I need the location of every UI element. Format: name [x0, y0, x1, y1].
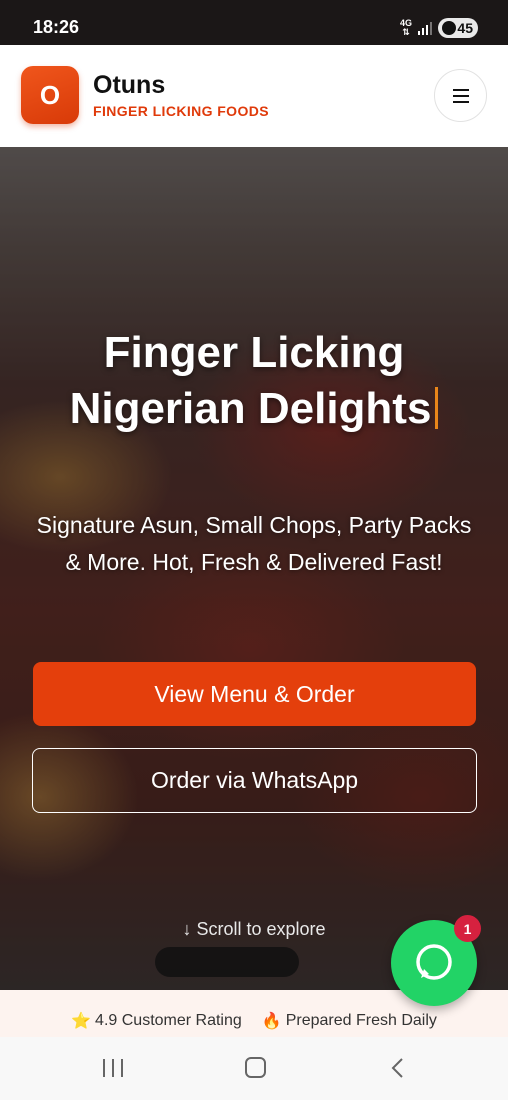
hamburger-menu-icon [452, 88, 469, 103]
back-icon[interactable] [389, 1057, 407, 1079]
hero-title-line2: Nigerian Delights [0, 381, 508, 437]
whatsapp-order-button[interactable]: Order via WhatsApp [32, 748, 477, 813]
battery-indicator: 45 [438, 18, 478, 38]
home-icon[interactable] [245, 1057, 266, 1078]
brand-logo[interactable]: O [21, 66, 79, 124]
battery-saver-icon [442, 21, 456, 35]
site-header: O Otuns FINGER LICKING FOODS [0, 45, 508, 147]
signal-icon [418, 21, 432, 35]
hero-image-detail [155, 947, 299, 977]
network-indicator: 4G ⇅ [400, 19, 412, 37]
hero-subtitle: Signature Asun, Small Chops, Party Packs… [36, 512, 472, 575]
fresh-daily: 🔥 Prepared Fresh Daily [262, 1011, 437, 1031]
typing-cursor [435, 387, 439, 429]
data-arrows-icon: ⇅ [402, 27, 410, 37]
hero-title-line1: Finger Licking [103, 328, 405, 377]
fire-icon: 🔥 [261, 1012, 282, 1030]
hero-section: Finger Licking Nigerian Delights Signatu… [0, 147, 508, 990]
whatsapp-icon [416, 944, 452, 980]
status-icons: 4G ⇅ 45 [400, 18, 478, 38]
rating-text: 4.9 Customer Rating [95, 1011, 242, 1029]
brand-tagline: FINGER LICKING FOODS [93, 103, 269, 119]
customer-rating: ⭐ 4.9 Customer Rating [71, 1011, 242, 1031]
fresh-text: Prepared Fresh Daily [285, 1011, 437, 1029]
battery-level: 45 [457, 20, 473, 36]
hero-title: Finger Licking Nigerian Delights [0, 325, 508, 437]
notification-badge: 1 [454, 915, 481, 942]
recent-apps-icon[interactable] [103, 1059, 123, 1077]
system-nav-bar [0, 1037, 508, 1100]
menu-button[interactable] [434, 69, 487, 122]
brand-name[interactable]: Otuns [93, 71, 165, 100]
view-menu-button[interactable]: View Menu & Order [33, 662, 476, 726]
status-bar: 18:26 4G ⇅ 45 [0, 0, 508, 45]
status-time: 18:26 [33, 17, 80, 37]
star-icon: ⭐ [71, 1012, 92, 1030]
